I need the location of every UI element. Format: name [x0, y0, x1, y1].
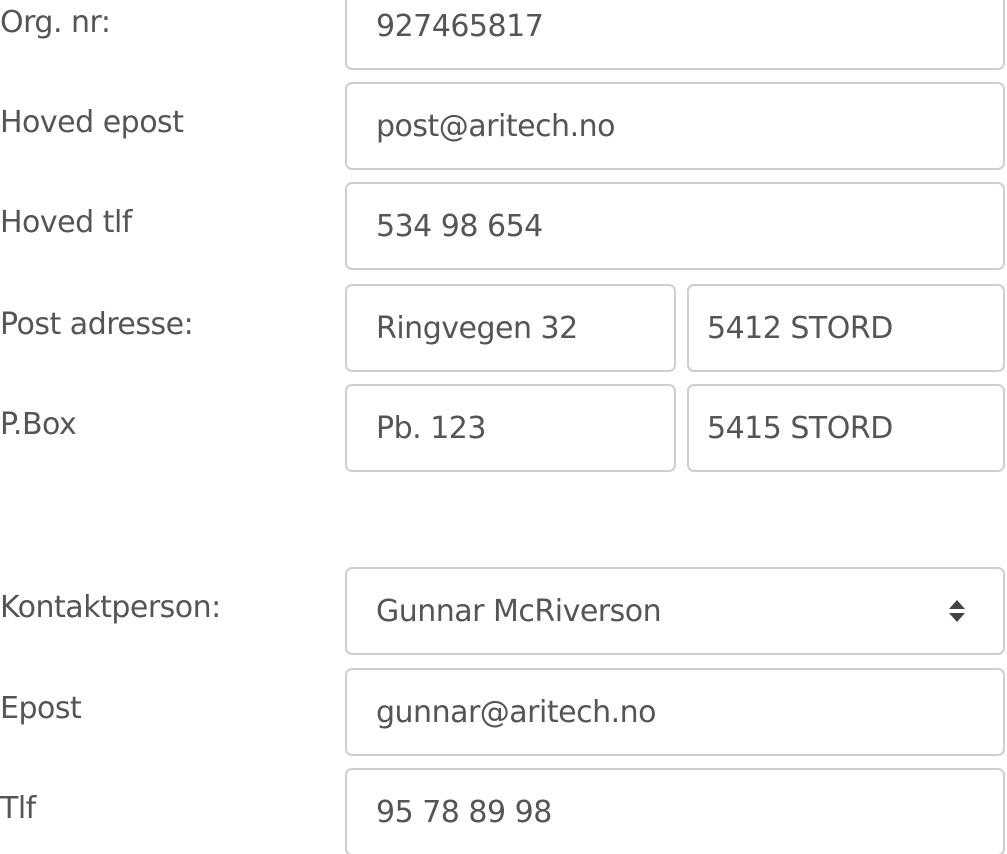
postal-city-input[interactable] [687, 284, 1005, 372]
org-nr-input[interactable] [345, 0, 1005, 70]
postal-street-input[interactable] [345, 284, 676, 372]
main-email-input[interactable] [345, 82, 1005, 170]
main-phone-input[interactable] [345, 182, 1005, 270]
main-email-label: Hoved epost [0, 105, 184, 140]
main-phone-label: Hoved tlf [0, 205, 132, 240]
contact-email-label: Epost [0, 691, 82, 726]
contact-email-input[interactable] [345, 668, 1005, 756]
contact-phone-input[interactable] [345, 768, 1005, 854]
contact-person-label: Kontaktperson: [0, 590, 221, 625]
select-arrows-icon [937, 591, 977, 631]
contact-person-selected: Gunnar McRiverson [376, 593, 662, 629]
postal-address-label: Post adresse: [0, 307, 194, 342]
po-box-city-input[interactable] [687, 384, 1005, 472]
contact-person-select[interactable]: Gunnar McRiverson [345, 567, 1005, 655]
po-box-input[interactable] [345, 384, 676, 472]
org-nr-label: Org. nr: [0, 5, 111, 40]
po-box-label: P.Box [0, 407, 77, 442]
contact-phone-label: Tlf [0, 791, 36, 826]
